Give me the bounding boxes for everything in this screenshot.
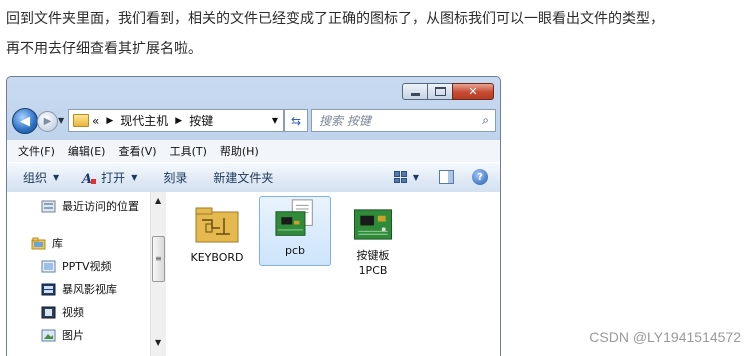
open-app-icon: A <box>81 172 97 185</box>
preview-pane-icon[interactable] <box>439 170 454 184</box>
command-bar: 组织 ▼ A 打开 ▼ 刻录 新建文件夹 ▼ ? <box>7 162 500 193</box>
change-view-icon[interactable] <box>393 171 407 183</box>
scroll-up-icon[interactable]: ▲ <box>155 196 161 205</box>
library-icon <box>31 237 46 249</box>
file-item-key-board-pcb[interactable]: 按键板 1PCB <box>338 198 408 278</box>
address-overflow[interactable]: « <box>92 114 99 128</box>
breadcrumb-modern-host[interactable]: 现代主机 <box>120 112 168 129</box>
back-arrow-icon: ◀ <box>20 113 30 129</box>
navigation-scrollbar[interactable]: ▲ ≡ ▼ <box>150 192 166 356</box>
chevron-down-icon[interactable]: ▼ <box>272 116 278 125</box>
nav-item-videos[interactable]: 视频 <box>41 304 84 320</box>
chevron-right-icon: ▶ <box>106 115 114 126</box>
organize-button[interactable]: 组织 ▼ <box>23 169 59 186</box>
menu-help[interactable]: 帮助(H) <box>220 143 259 159</box>
toolbar-right: ▼ ? <box>393 169 488 185</box>
forward-arrow-icon: ▶ <box>43 116 52 127</box>
file-item-pcb[interactable]: pcb <box>259 196 331 266</box>
search-box[interactable]: 搜索 按键 ⌕ <box>311 109 496 132</box>
schematic-file-icon <box>195 207 239 243</box>
nav-item-label: 图片 <box>62 329 84 342</box>
search-input[interactable]: 搜索 按键 <box>319 112 371 129</box>
close-icon: ✕ <box>468 85 478 98</box>
maximize-button[interactable] <box>427 83 453 100</box>
open-button[interactable]: A 打开 ▼ <box>81 169 137 186</box>
grip-icon: ≡ <box>155 254 162 263</box>
address-row: ◀ ▶ ▼ « ▶ 现代主机 ▶ 按键 ▼ ⇆ 搜索 按键 ⌕ <box>9 105 496 135</box>
nav-item-library[interactable]: 库 <box>31 235 63 251</box>
svg-text:A: A <box>81 172 92 185</box>
pcb-board-icon <box>353 209 393 240</box>
maximize-icon <box>434 87 446 96</box>
menu-edit[interactable]: 编辑(E) <box>68 143 106 159</box>
pcb-document-icon <box>275 199 313 236</box>
nav-item-label: PPTV视频 <box>62 260 112 273</box>
refresh-button[interactable]: ⇆ <box>284 109 308 132</box>
watermark: CSDN @LY1941514572 <box>589 329 741 345</box>
breadcrumb-keys[interactable]: 按键 <box>189 112 213 129</box>
picture-icon <box>41 329 56 341</box>
window-caption-buttons: ✕ <box>402 83 494 100</box>
file-name: pcb <box>284 244 305 257</box>
nav-item-label: 最近访问的位置 <box>62 200 139 213</box>
recent-places-icon <box>41 200 56 212</box>
back-button[interactable]: ◀ <box>12 108 38 134</box>
folder-icon <box>73 114 89 127</box>
minimize-button[interactable] <box>402 83 428 100</box>
article-line-2: 再不用去仔细查看其扩展名啦。 <box>6 41 202 57</box>
nav-item-label: 库 <box>52 237 63 250</box>
open-label: 打开 <box>101 171 126 185</box>
help-icon[interactable]: ? <box>472 169 488 185</box>
nav-item-label: 暴风影视库 <box>62 283 117 296</box>
refresh-icon: ⇆ <box>290 113 302 128</box>
organize-label: 组织 <box>23 171 48 185</box>
recent-pages-dropdown[interactable]: ▼ <box>58 116 64 125</box>
new-folder-button[interactable]: 新建文件夹 <box>213 169 273 186</box>
menu-bar: 文件(F) 编辑(E) 查看(V) 工具(T) 帮助(H) <box>7 139 500 162</box>
video-library-icon <box>41 283 56 295</box>
menu-tools[interactable]: 工具(T) <box>170 143 207 159</box>
file-item-keybord[interactable]: KEYBORD <box>182 198 252 266</box>
chevron-down-icon[interactable]: ▼ <box>413 173 419 182</box>
nav-item-recent-places[interactable]: 最近访问的位置 <box>41 198 139 214</box>
chevron-right-icon: ▶ <box>175 115 183 126</box>
minimize-icon <box>410 93 420 96</box>
nav-item-label: 视频 <box>62 306 84 319</box>
burn-button[interactable]: 刻录 <box>163 169 187 186</box>
video-icon <box>41 306 56 318</box>
file-name: 按键板 1PCB <box>356 249 390 277</box>
menu-view[interactable]: 查看(V) <box>118 143 156 159</box>
search-icon[interactable]: ⌕ <box>482 113 489 128</box>
burn-label: 刻录 <box>163 171 188 185</box>
nav-item-baofeng-library[interactable]: 暴风影视库 <box>41 281 117 297</box>
nav-item-pptv-videos[interactable]: PPTV视频 <box>41 258 112 274</box>
chevron-down-icon: ▼ <box>131 173 138 182</box>
menu-file[interactable]: 文件(F) <box>18 143 55 159</box>
explorer-window: ✕ ◀ ▶ ▼ « ▶ 现代主机 ▶ 按键 ▼ ⇆ 搜索 按键 ⌕ 文件(F) … <box>6 76 501 356</box>
nav-item-pictures[interactable]: 图片 <box>41 327 84 343</box>
new-folder-label: 新建文件夹 <box>213 171 274 185</box>
file-name: KEYBORD <box>190 251 244 264</box>
scroll-down-icon[interactable]: ▼ <box>155 338 161 347</box>
close-button[interactable]: ✕ <box>452 83 494 100</box>
chevron-down-icon: ▼ <box>53 173 60 182</box>
article-line-1: 回到文件夹里面，我们看到，相关的文件已经变成了正确的图标了，从图标我们可以一眼看… <box>6 11 664 27</box>
content-area: 最近访问的位置 库 PPTV视频 暴风影视库 视频 图片 ▲ ≡ ▼ KEYBO… <box>7 192 500 356</box>
forward-button[interactable]: ▶ <box>37 111 58 132</box>
address-bar[interactable]: « ▶ 现代主机 ▶ 按键 ▼ <box>68 109 284 132</box>
video-library-icon <box>41 260 56 272</box>
navigation-pane: 最近访问的位置 库 PPTV视频 暴风影视库 视频 图片 ▲ ≡ ▼ <box>7 192 168 356</box>
